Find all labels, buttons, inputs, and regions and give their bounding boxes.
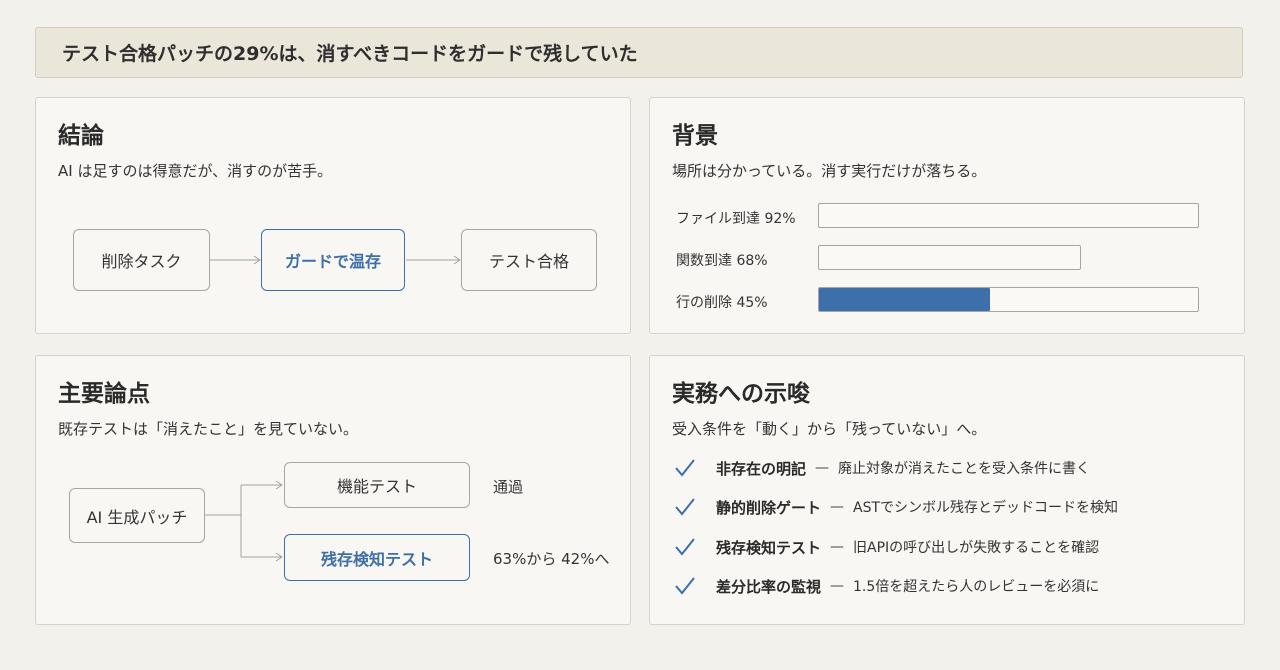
flow-node-guard-keep: ガードで温存 <box>261 229 405 291</box>
check-item-desc: 廃止対象が消えたことを受入条件に書く <box>838 461 1091 477</box>
check-item: 静的削除ゲート — ASTでシンボル残存とデッドコードを検知 <box>674 495 1118 519</box>
check-item-title: 残存検知テスト <box>716 538 822 557</box>
ai-patch-node: AI 生成パッチ <box>69 488 205 543</box>
check-item-desc: ASTでシンボル残存とデッドコードを検知 <box>853 500 1119 516</box>
check-item-title: 静的削除ゲート <box>716 498 822 517</box>
check-icon <box>675 538 695 556</box>
check-icon <box>675 577 695 595</box>
bar-label-line-delete: 行の削除 45% <box>676 295 768 311</box>
residual-detect-result: 63%から 42%へ <box>493 550 610 568</box>
functional-test-node: 機能テスト <box>284 462 470 508</box>
implications-title: 実務への示唆 <box>672 381 810 407</box>
bar-label-function: 関数到達 68% <box>676 253 768 269</box>
header-title: テスト合格パッチの29%は、消すべきコードをガードで残していた <box>35 27 1243 78</box>
check-item-dash: — <box>830 499 845 515</box>
residual-detect-test-node: 残存検知テスト <box>284 534 470 581</box>
implications-subtitle: 受入条件を「動く」から「残っていない」へ。 <box>672 420 987 438</box>
check-item-title: 非存在の明記 <box>716 459 807 478</box>
check-item: 残存検知テスト — 旧APIの呼び出しが失敗することを確認 <box>674 535 1099 559</box>
check-item-title: 差分比率の監視 <box>716 577 822 596</box>
bar-track-function <box>818 245 1081 270</box>
check-item-desc: 旧APIの呼び出しが失敗することを確認 <box>853 540 1100 556</box>
check-icon <box>675 498 695 516</box>
conclusion-flow-arrows <box>210 255 461 265</box>
background-title: 背景 <box>672 123 718 149</box>
bar-track-file <box>818 203 1199 228</box>
background-subtitle: 場所は分かっている。消す実行だけが落ちる。 <box>672 162 987 180</box>
implications-card: 実務への示唆 受入条件を「動く」から「残っていない」へ。 非存在の明記 — 廃止… <box>649 355 1245 625</box>
conclusion-card: 結論 AI は足すのは得意だが、消すのが苦手。 削除タスク ガードで温存 テスト… <box>35 97 631 334</box>
check-item: 差分比率の監視 — 1.5倍を超えたら人のレビューを必須に <box>674 574 1099 598</box>
background-card: 背景 場所は分かっている。消す実行だけが落ちる。 ファイル到達 92% 関数到達… <box>649 97 1245 334</box>
flow-node-test-pass: テスト合格 <box>461 229 597 291</box>
key-points-card: 主要論点 既存テストは「消えたこと」を見ていない。 AI 生成パッチ 機能テスト… <box>35 355 631 625</box>
check-item-dash: — <box>815 460 830 476</box>
bar-fill-line-delete <box>819 288 990 311</box>
check-item-desc: 1.5倍を超えたら人のレビューを必須に <box>853 579 1100 595</box>
flow-node-delete-task: 削除タスク <box>73 229 210 291</box>
check-icon <box>675 459 695 477</box>
functional-test-result: 通過 <box>493 478 524 496</box>
bar-track-line-delete <box>818 287 1199 312</box>
check-item-dash: — <box>830 578 845 594</box>
check-item-dash: — <box>830 539 845 555</box>
check-item: 非存在の明記 — 廃止対象が消えたことを受入条件に書く <box>674 456 1090 480</box>
bar-label-file: ファイル到達 92% <box>676 211 796 227</box>
